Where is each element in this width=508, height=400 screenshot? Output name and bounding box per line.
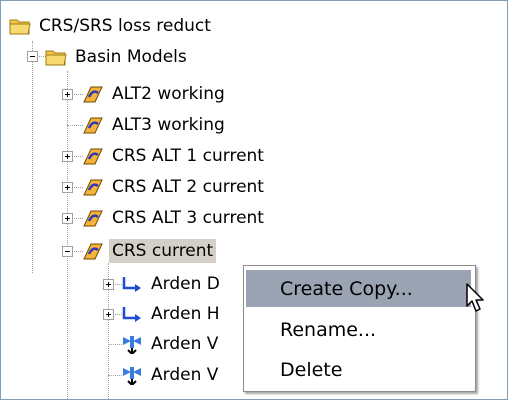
junction-icon bbox=[121, 365, 143, 387]
collapse-toggle[interactable] bbox=[27, 51, 38, 62]
tree-node-label: CRS ALT 2 current bbox=[112, 177, 264, 197]
expand-toggle[interactable] bbox=[62, 182, 73, 193]
expand-toggle[interactable] bbox=[103, 309, 114, 320]
menu-item-delete[interactable]: Delete bbox=[246, 351, 471, 388]
tree-node-basin-models[interactable]: Basin Models bbox=[45, 42, 190, 72]
basin-model-icon bbox=[82, 115, 104, 135]
tree-node-element[interactable]: Arden H bbox=[121, 299, 223, 329]
tree-guide-line bbox=[108, 375, 122, 376]
tree-node-label: Arden V bbox=[151, 365, 219, 385]
basin-model-icon bbox=[82, 177, 104, 197]
expand-toggle[interactable] bbox=[62, 213, 73, 224]
tree-node-basin-model[interactable]: CRS ALT 1 current bbox=[82, 141, 267, 171]
basin-model-icon bbox=[82, 241, 104, 261]
tree-node-label: ALT2 working bbox=[112, 84, 225, 104]
context-menu: Create Copy... Rename... Delete bbox=[243, 265, 476, 392]
folder-open-icon bbox=[45, 47, 67, 67]
menu-item-create-copy[interactable]: Create Copy... bbox=[246, 270, 471, 307]
tree-node-basin-model[interactable]: CRS ALT 3 current bbox=[82, 203, 267, 233]
tree-node-label: Arden H bbox=[151, 304, 220, 324]
expand-toggle[interactable] bbox=[103, 279, 114, 290]
tree-node-label: ALT3 working bbox=[112, 115, 225, 135]
tree-guide-line bbox=[32, 41, 33, 273]
menu-item-rename[interactable]: Rename... bbox=[246, 311, 471, 348]
tree-node-label: CRS/SRS loss reduct bbox=[39, 16, 211, 36]
tree-node-label: CRS current bbox=[109, 239, 217, 263]
tree-node-element[interactable]: Arden V bbox=[121, 360, 221, 390]
expand-toggle[interactable] bbox=[62, 151, 73, 162]
folder-open-icon bbox=[9, 16, 31, 36]
tree-guide-line bbox=[67, 125, 83, 126]
tree-guide-line bbox=[67, 71, 68, 399]
tree-node-basin-model[interactable]: CRS ALT 2 current bbox=[82, 172, 267, 202]
basin-model-icon bbox=[82, 146, 104, 166]
tree-node-label: CRS ALT 1 current bbox=[112, 146, 264, 166]
tree-node-label: Basin Models bbox=[75, 47, 187, 67]
tree-node-label: Arden V bbox=[151, 334, 219, 354]
tree-node-label: CRS ALT 3 current bbox=[112, 208, 264, 228]
expand-toggle[interactable] bbox=[62, 89, 73, 100]
tree-node-label: Arden D bbox=[151, 274, 220, 294]
basin-model-icon bbox=[82, 208, 104, 228]
tree-node-root[interactable]: CRS/SRS loss reduct bbox=[9, 11, 214, 41]
reach-icon bbox=[121, 304, 143, 324]
tree-node-element[interactable]: Arden D bbox=[121, 269, 223, 299]
tree-guide-line bbox=[108, 344, 122, 345]
collapse-toggle[interactable] bbox=[62, 246, 73, 257]
tree-node-basin-model-selected[interactable]: CRS current bbox=[82, 236, 217, 266]
reach-icon bbox=[121, 274, 143, 294]
tree-node-basin-model[interactable]: ALT3 working bbox=[82, 110, 228, 140]
basin-model-icon bbox=[82, 84, 104, 104]
tree-node-basin-model[interactable]: ALT2 working bbox=[82, 79, 228, 109]
tree-node-element[interactable]: Arden V bbox=[121, 329, 221, 359]
mouse-cursor-icon bbox=[465, 282, 487, 314]
junction-icon bbox=[121, 334, 143, 356]
